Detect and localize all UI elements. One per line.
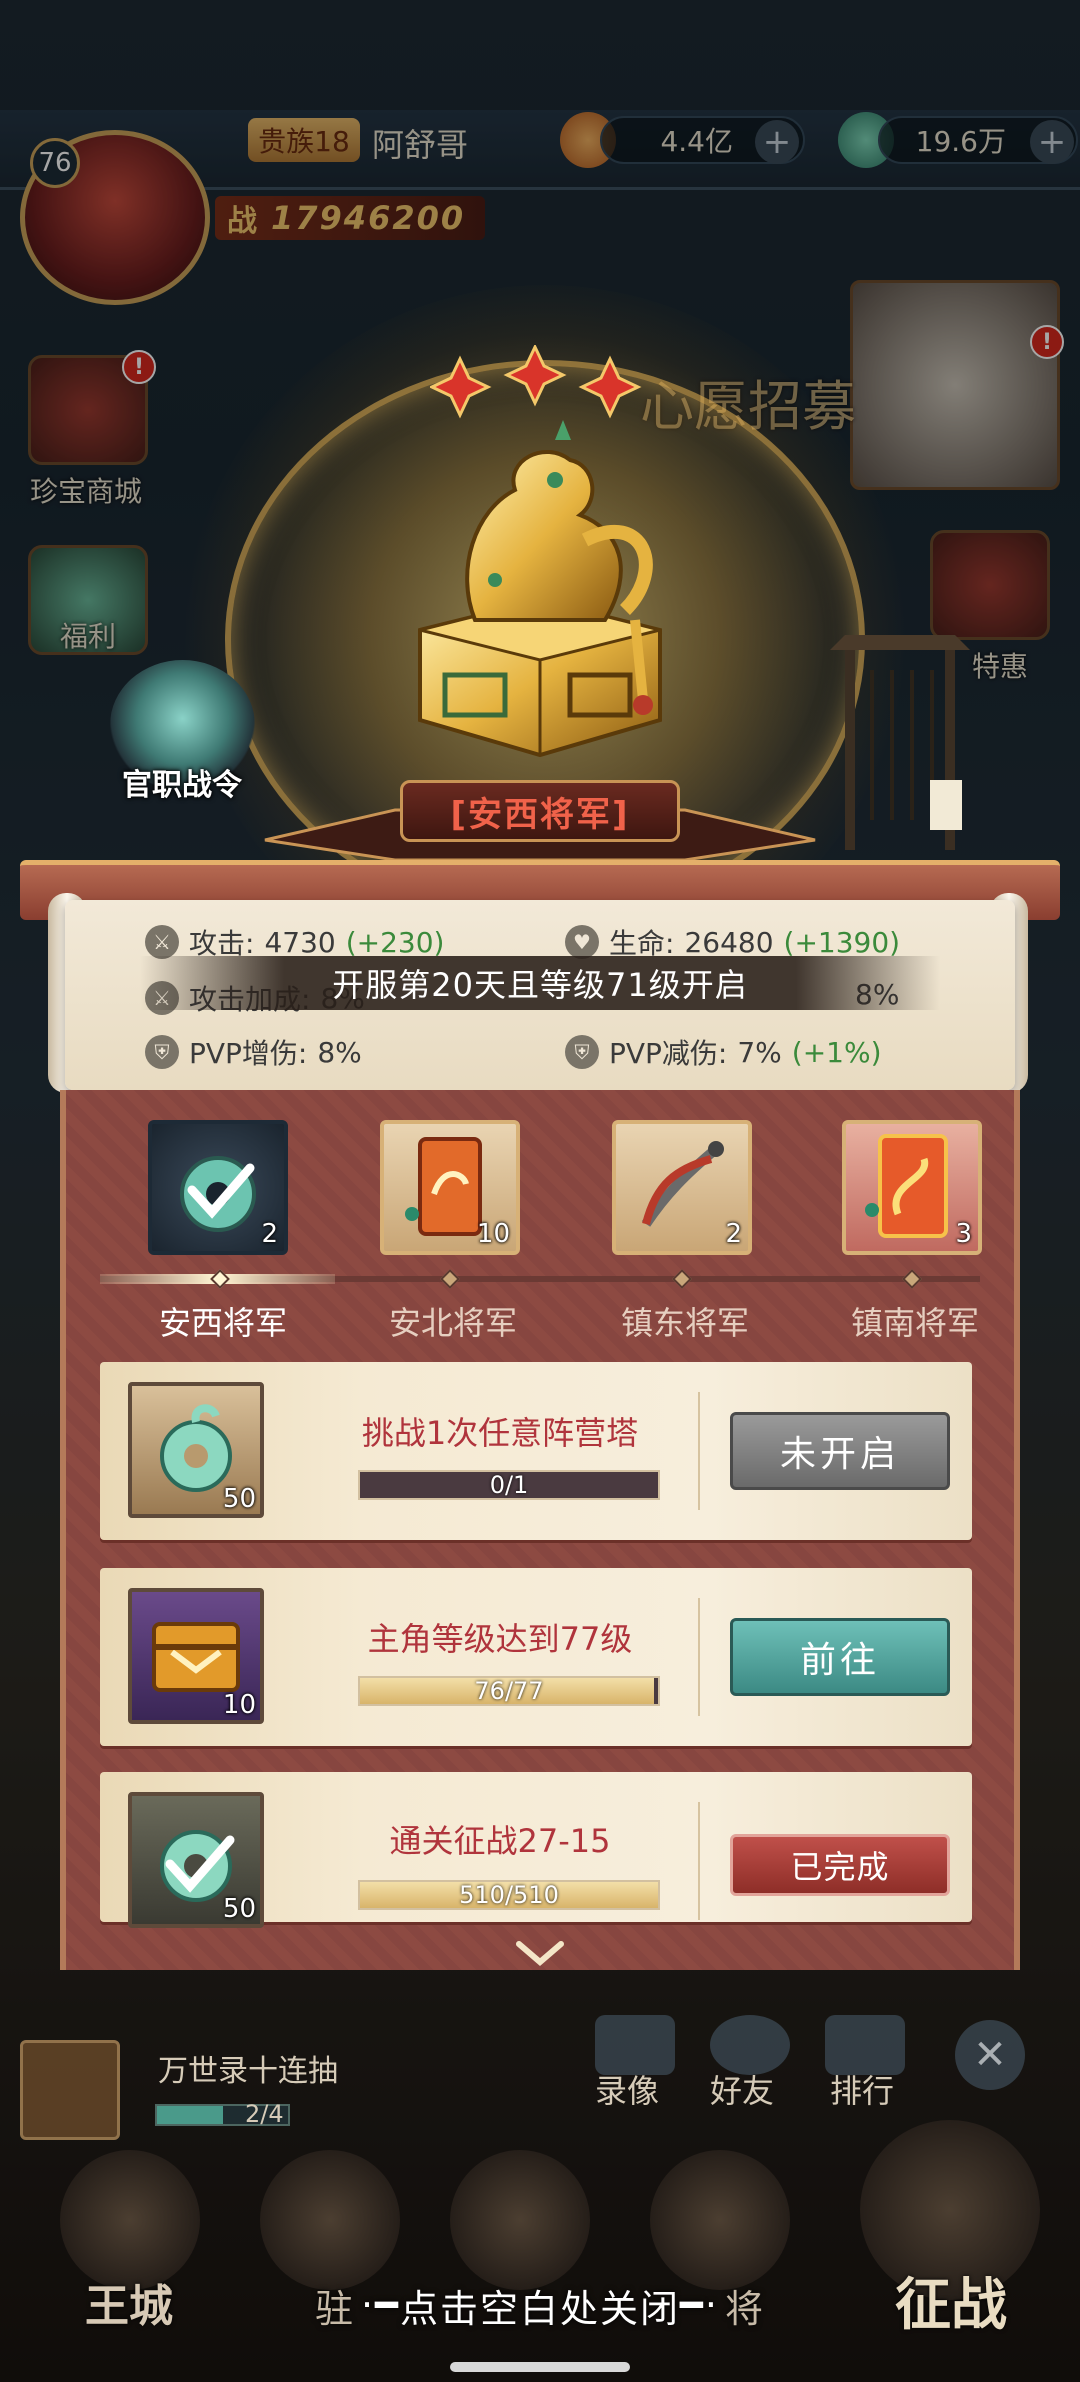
task-progress-text: 510/510: [459, 1881, 559, 1909]
reward-box[interactable]: 50: [128, 1382, 264, 1518]
unlock-condition-banner: 开服第20天且等级71级开启: [140, 956, 940, 1010]
divider: [698, 1598, 700, 1716]
friends-label[interactable]: 好友: [710, 2066, 774, 2112]
go-button[interactable]: 前往: [730, 1618, 950, 1696]
close-hint-text: 点击空白处关闭: [399, 2286, 680, 2331]
weapon-rack-icon: [830, 635, 970, 850]
star-3-icon: [578, 355, 642, 419]
reward-box[interactable]: 10: [128, 1588, 264, 1724]
rank-stars: [430, 345, 642, 419]
task-row: 50 通关征战27-15 510/510 已完成: [100, 1772, 972, 1928]
main-city-icon[interactable]: [60, 2150, 200, 2290]
gacha-progress-fill: [157, 2106, 223, 2124]
divider: [698, 1802, 700, 1920]
pvp-reduction-icon: ⛨: [565, 1035, 599, 1069]
chevron-down-icon[interactable]: [515, 1940, 565, 1968]
tab-count: 10: [476, 1219, 510, 1249]
tab-count: 3: [955, 1219, 972, 1249]
camp-label: 驻: [315, 2286, 356, 2331]
task-name: 通关征战27-15: [389, 1822, 611, 1860]
gacha-progress-text: 2/4: [245, 2100, 284, 2128]
close-hint-decor: ━·: [680, 2283, 719, 2327]
task-name: 挑战1次任意阵营塔: [361, 1414, 639, 1452]
rank-title: [安西将军]: [400, 780, 680, 842]
hp-bonus: (+1390): [783, 925, 901, 959]
attack-icon: ⚔: [145, 925, 179, 959]
attack-bonus: (+230): [345, 925, 445, 959]
task-progress-bar: 510/510: [358, 1880, 660, 1910]
tab-icon-anxi[interactable]: 2: [148, 1120, 288, 1255]
star-1-icon: [430, 355, 492, 419]
divider: [698, 1392, 700, 1510]
task-progress-text: 0/1: [489, 1471, 529, 1499]
gacha-ticket-icon[interactable]: [20, 2040, 120, 2140]
task-name: 主角等级达到77级: [367, 1620, 633, 1658]
task-row: 50 挑战1次任意阵营塔 0/1 未开启: [100, 1362, 972, 1540]
hp-icon: ♥: [565, 925, 599, 959]
tab-anxi[interactable]: 安西将军: [128, 1298, 318, 1344]
general-label: 将: [724, 2286, 765, 2331]
gacha-label: 万世录十连抽: [158, 2054, 338, 2089]
rank-pass-label[interactable]: 官职战令: [112, 760, 252, 804]
task-progress-bar: 0/1: [358, 1470, 660, 1500]
task-progress-bar: 76/77: [358, 1676, 660, 1706]
pvp-damage-icon: ⛨: [145, 1035, 179, 1069]
ranking-label[interactable]: 排行: [830, 2066, 894, 2112]
locked-button[interactable]: 未开启: [730, 1412, 950, 1490]
star-2-icon: [503, 345, 567, 407]
tab-zhendong[interactable]: 镇东将军: [590, 1298, 780, 1344]
close-hint: 驻 ·━ 点击空白处关闭 ━· 将: [0, 2275, 1080, 2335]
attack-value: 4730: [264, 925, 336, 959]
stat-pvp-reduction: ⛨ PVP减伤: 7% (+1%): [565, 1032, 882, 1072]
camp-icon[interactable]: [260, 2150, 400, 2290]
tab-icon-zhendong[interactable]: 2: [612, 1120, 752, 1255]
video-label[interactable]: 录像: [595, 2066, 659, 2112]
close-icon[interactable]: ✕: [955, 2020, 1025, 2090]
stat-pvp-damage: ⛨ PVP增伤: 8%: [145, 1032, 362, 1072]
task-progress-text: 76/77: [474, 1677, 544, 1705]
tab-anbei[interactable]: 安北将军: [358, 1298, 548, 1344]
hp-value: 26480: [684, 925, 774, 959]
chest-icon[interactable]: [450, 2150, 590, 2290]
tab-count: 2: [725, 1219, 742, 1249]
close-hint-decor: ·━: [361, 2283, 400, 2327]
tab-zhennan[interactable]: 镇南将军: [820, 1298, 1010, 1344]
tab-icon-anbei[interactable]: 10: [380, 1120, 520, 1255]
task-row: 10 主角等级达到77级 76/77 前往: [100, 1568, 972, 1746]
tab-icon-zhennan[interactable]: 3: [842, 1120, 982, 1255]
golden-seal-icon: [418, 420, 662, 758]
general-icon[interactable]: [650, 2150, 790, 2290]
completed-button[interactable]: 已完成: [730, 1834, 950, 1896]
tab-count: 2: [261, 1219, 278, 1249]
reward-box[interactable]: 50: [128, 1792, 264, 1928]
home-indicator[interactable]: [450, 2362, 630, 2372]
